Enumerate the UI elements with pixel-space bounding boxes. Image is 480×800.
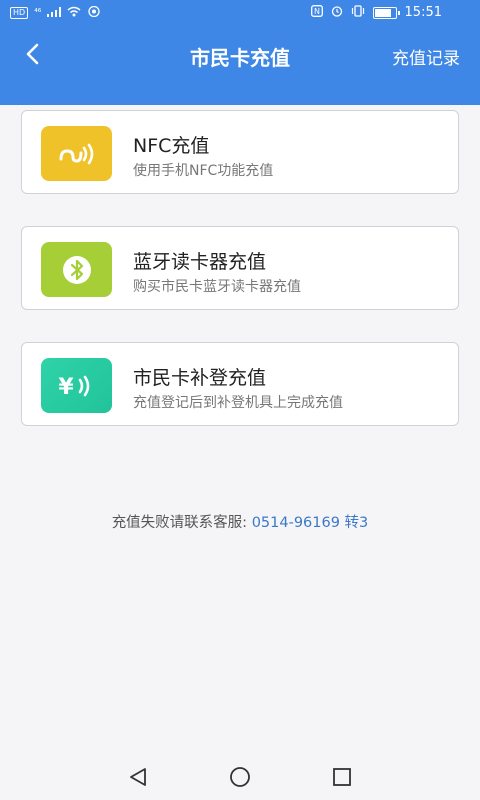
wifi-icon (67, 6, 81, 20)
option-card-bluetooth[interactable]: 蓝牙读卡器充值 购买市民卡蓝牙读卡器充值 (21, 226, 459, 310)
option-subtitle: 充值登记后到补登机具上完成充值 (133, 395, 343, 411)
hd-badge: HD (10, 7, 29, 19)
option-title: 市民卡补登充值 (133, 367, 267, 389)
option-title: NFC充值 (133, 135, 210, 157)
alarm-icon (331, 5, 343, 20)
signal-icon (47, 6, 62, 20)
eye-icon (87, 5, 101, 20)
option-card-supplement[interactable]: ¥ 市民卡补登充值 充值登记后到补登机具上完成充值 (21, 342, 459, 426)
yuan-wave-icon: ¥ (41, 358, 112, 413)
bluetooth-icon (41, 242, 112, 297)
nav-back-icon[interactable] (126, 765, 150, 789)
battery-icon (372, 6, 400, 19)
service-label: 充值失败请联系客服: (111, 515, 248, 531)
vibrate-icon (351, 5, 365, 20)
svg-text:N: N (314, 7, 320, 16)
option-subtitle: 使用手机NFC功能充值 (133, 163, 274, 179)
nav-bar: 市民卡充值 充值记录 (0, 30, 480, 78)
service-phone-link[interactable]: 0514-96169 转3 (252, 515, 369, 531)
nav-home-icon[interactable] (228, 765, 252, 789)
recharge-history-link[interactable]: 充值记录 (392, 44, 460, 69)
option-card-nfc[interactable]: NFC充值 使用手机NFC功能充值 (21, 110, 459, 194)
status-time: 15:51 (404, 5, 442, 20)
nfc-icon (41, 126, 112, 181)
nfc-status-icon: N (310, 5, 323, 20)
option-subtitle: 购买市民卡蓝牙读卡器充值 (133, 279, 301, 295)
svg-text:¥: ¥ (58, 375, 74, 400)
customer-service-line: 充值失败请联系客服: 0514-96169 转3 (0, 511, 480, 532)
option-title: 蓝牙读卡器充值 (133, 251, 267, 273)
header-bar: HD ⁴⁶ N 15:51 市民卡充值 充值记录 (0, 0, 480, 105)
system-nav-bar (0, 755, 480, 800)
nav-recent-icon[interactable] (330, 765, 354, 789)
signal-prefix: ⁴⁶ (34, 8, 42, 18)
status-bar: HD ⁴⁶ N 15:51 (0, 0, 480, 30)
